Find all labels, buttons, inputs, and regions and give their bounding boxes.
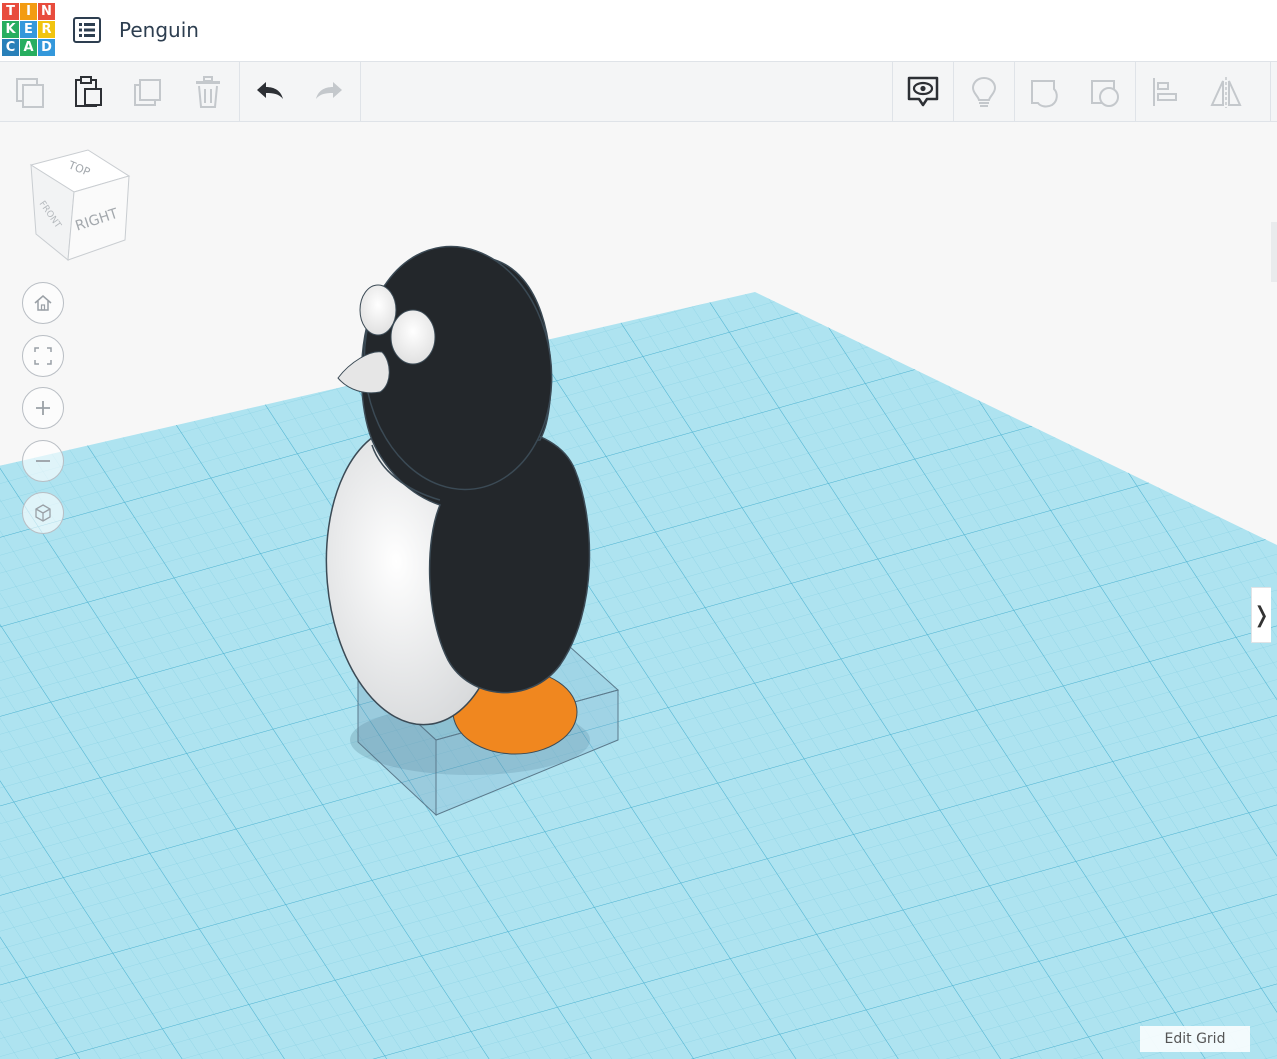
penguin-eye-far[interactable] <box>359 284 397 336</box>
zoom-out-button[interactable] <box>22 440 64 482</box>
logo-letter: I <box>20 3 37 20</box>
zoom-out-icon <box>36 460 50 462</box>
lightbulb-button[interactable] <box>954 62 1014 122</box>
design-menu-button[interactable] <box>73 17 101 43</box>
home-view-button[interactable] <box>22 282 64 324</box>
mirror-icon <box>1210 77 1242 108</box>
duplicate-icon <box>134 79 161 106</box>
copy-icon <box>16 78 44 108</box>
delete-icon <box>196 76 220 108</box>
orthographic-icon <box>35 504 51 522</box>
notes-visibility-button[interactable] <box>893 62 953 122</box>
logo-letter: C <box>2 39 19 56</box>
tinkercad-editor: TIN KER CAD Penguin TOP FRONT RIGHT ❭ Edit… <box>0 0 1277 1059</box>
toolbar-separator <box>360 62 361 122</box>
edit-toolbar <box>0 62 1277 122</box>
workplane-scene[interactable] <box>0 122 1277 1059</box>
zoom-in-button[interactable] <box>22 387 64 429</box>
list-icon <box>73 17 101 43</box>
hole-shape-button[interactable] <box>1075 62 1135 122</box>
3d-workplane-viewport[interactable]: TOP FRONT RIGHT ❭ Edit Grid <box>0 122 1277 1059</box>
undo-button[interactable] <box>240 62 300 122</box>
toolbar-separator <box>1270 62 1271 122</box>
view-cube[interactable]: TOP FRONT RIGHT <box>28 148 134 264</box>
edit-grid-button[interactable]: Edit Grid <box>1140 1026 1250 1052</box>
logo-letter: K <box>2 21 19 38</box>
redo-icon <box>316 82 342 99</box>
right-panel-scrollbar[interactable] <box>1271 222 1277 282</box>
design-title[interactable]: Penguin <box>119 18 199 42</box>
notes-visibility-icon <box>907 76 939 107</box>
fit-view-button[interactable] <box>22 335 64 377</box>
workplane-grid-coarse <box>0 292 1277 1059</box>
solid-shape-button[interactable] <box>1015 62 1075 122</box>
fit-view-icon <box>34 347 52 365</box>
copy-button[interactable] <box>0 62 60 122</box>
logo-letter: A <box>20 39 37 56</box>
paste-icon <box>75 76 102 107</box>
hole-shape-icon <box>1091 80 1119 107</box>
logo-letter: R <box>38 21 55 38</box>
align-button[interactable] <box>1136 62 1196 122</box>
home-icon <box>34 295 52 311</box>
penguin-eye-near[interactable] <box>390 309 436 365</box>
solid-shape-icon <box>1031 80 1058 108</box>
undo-icon <box>257 82 283 99</box>
paste-button[interactable] <box>58 62 118 122</box>
delete-button[interactable] <box>178 62 238 122</box>
mirror-button[interactable] <box>1196 62 1256 122</box>
top-header: TIN KER CAD Penguin <box>0 0 1277 62</box>
zoom-in-icon <box>36 401 50 415</box>
logo-letter: T <box>2 3 19 20</box>
logo-letter: E <box>20 21 37 38</box>
tinkercad-logo[interactable]: TIN KER CAD <box>2 3 56 57</box>
logo-letter: N <box>38 3 55 20</box>
lightbulb-icon <box>971 76 997 107</box>
align-icon <box>1153 78 1177 106</box>
orthographic-view-button[interactable] <box>22 492 64 534</box>
duplicate-button[interactable] <box>118 62 178 122</box>
redo-button[interactable] <box>299 62 359 122</box>
right-panel-toggle[interactable]: ❭ <box>1251 587 1271 643</box>
logo-letter: D <box>38 39 55 56</box>
